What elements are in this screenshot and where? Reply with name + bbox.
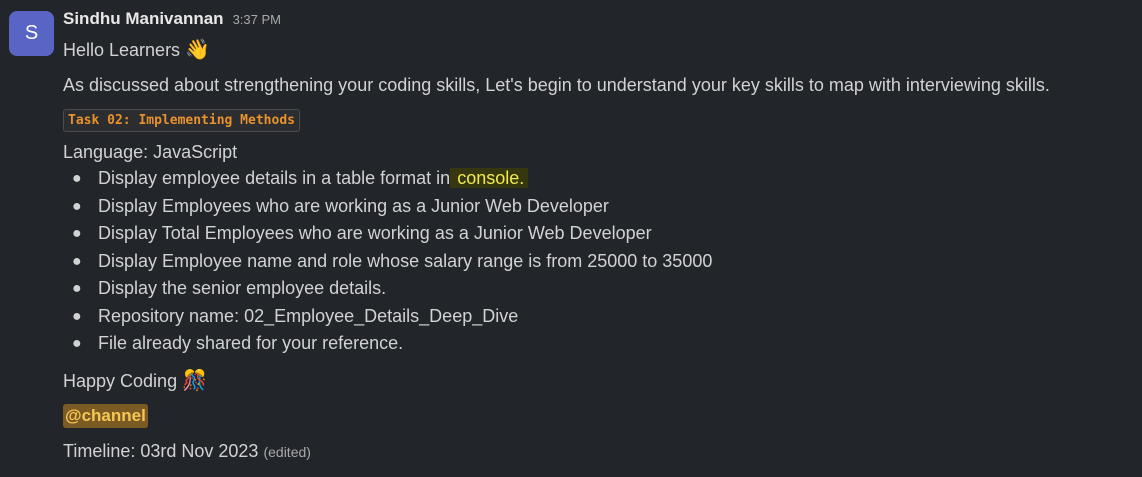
message-header: Sindhu Manivannan 3:37 PM (63, 9, 1122, 33)
bullet-icon: ● (72, 335, 82, 352)
greeting-line: Hello Learners 👋 (63, 35, 1122, 64)
greeting-text: Hello Learners (63, 40, 181, 60)
edited-label: (edited) (263, 443, 311, 460)
happy-coding-text: Happy Coding (63, 370, 178, 391)
list-item-text: Display Employee name and role whose sal… (98, 250, 713, 271)
list-item-text: Display Employees who are working as a J… (98, 195, 609, 216)
bullet-icon: ● (72, 307, 82, 325)
message-content: Sindhu Manivannan 3:37 PM Hello Learners… (63, 9, 1122, 465)
confetti-icon: 🎊 (182, 367, 207, 392)
bullet-icon: ● (72, 280, 82, 297)
happy-coding-line: Happy Coding 🎊 (63, 366, 1122, 395)
bullet-icon: ● (72, 225, 82, 242)
list-item: ● Display Employee name and role whose s… (63, 248, 1122, 276)
language-line: Language: JavaScript (63, 142, 238, 162)
list-item: ● Display the senior employee details. (63, 275, 1122, 303)
highlighted-text: console. (450, 168, 529, 188)
task-list: ● Display employee details in a table fo… (63, 165, 1122, 358)
list-item: ● Display Total Employees who are workin… (63, 220, 1122, 248)
list-item: ● Repository name: 02_Employee_Details_D… (63, 303, 1122, 331)
bullet-icon: ● (72, 197, 82, 215)
list-item-text: Display the senior employee details. (98, 278, 387, 298)
bullet-icon: ● (72, 170, 82, 187)
list-item-text: Repository name: 02_Employee_Details_Dee… (98, 305, 519, 326)
avatar-initial: S (24, 22, 39, 44)
intro-text: As discussed about strengthening your co… (63, 75, 1050, 95)
list-item-text: File already shared for your reference. (98, 333, 404, 353)
task-code-line: Task 02: Implementing Methods (63, 109, 1122, 133)
timeline-text: Timeline: 03rd Nov 2023 (63, 440, 259, 461)
list-item: ● Display Employees who are working as a… (63, 193, 1122, 221)
avatar[interactable]: S (9, 11, 54, 56)
mention-line: @channel (63, 403, 1122, 430)
task-code: Task 02: Implementing Methods (63, 109, 300, 132)
list-item-text: Display employee details in a table form… (98, 168, 451, 188)
bullet-icon: ● (72, 252, 82, 270)
channel-mention[interactable]: @channel (63, 403, 148, 428)
timeline-line: Timeline: 03rd Nov 2023 (edited) (63, 438, 1122, 465)
sender-name[interactable]: Sindhu Manivannan (63, 9, 224, 29)
waving-hand-icon: 👋 (185, 37, 210, 61)
list-item: ● File already shared for your reference… (63, 330, 1122, 358)
list-item-text: Display Total Employees who are working … (98, 223, 652, 243)
list-item: ● Display employee details in a table fo… (63, 165, 1122, 193)
message: S Sindhu Manivannan 3:37 PM Hello Learne… (0, 0, 1142, 477)
timestamp[interactable]: 3:37 PM (233, 12, 281, 27)
